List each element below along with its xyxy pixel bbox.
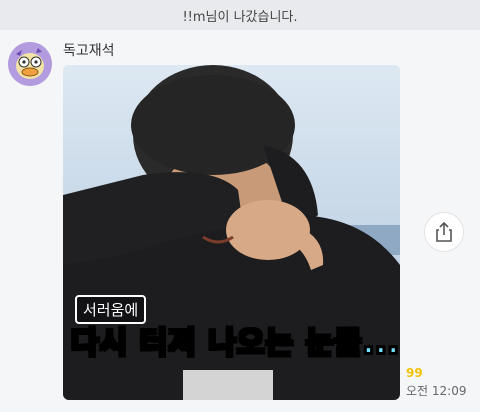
- caption-word-2: 터져: [139, 325, 209, 362]
- notice-text: !!m님이 나갔습니다.: [182, 9, 298, 25]
- caption-big: 다시 터져 나오는 눈물...: [70, 323, 400, 365]
- duck-avatar-icon: [8, 42, 52, 86]
- unread-count: 99: [406, 366, 423, 380]
- caption-small: 서러움에: [75, 295, 147, 324]
- caption-overlay: 서러움에 다시 터져 나오는 눈물...: [63, 65, 400, 400]
- caption-word-4: 눈물...: [305, 325, 400, 362]
- share-button[interactable]: [424, 212, 464, 252]
- caption-word-1: 다시: [70, 325, 140, 362]
- caption-word-3: 나오는: [207, 325, 306, 362]
- sender-avatar[interactable]: [8, 42, 52, 86]
- photo-message[interactable]: 서러움에 다시 터져 나오는 눈물...: [63, 65, 400, 400]
- system-notice: !!m님이 나갔습니다.: [0, 0, 480, 30]
- sender-name: 독고재석: [63, 43, 115, 59]
- message-time: 오전 12:09: [406, 384, 467, 398]
- share-icon: [436, 221, 452, 242]
